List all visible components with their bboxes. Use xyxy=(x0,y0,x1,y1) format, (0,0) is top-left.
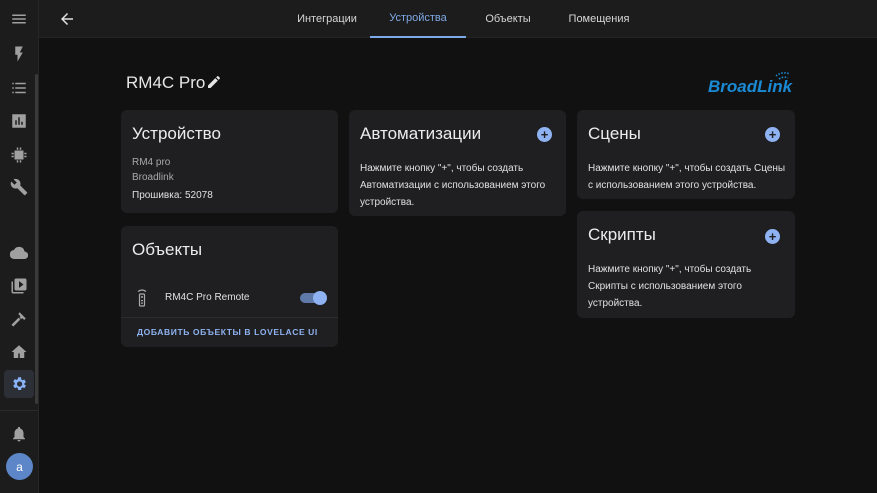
scenes-hint-line-2: с использованием этого устройства. xyxy=(588,180,757,191)
scripts-hint-line-3: устройства. xyxy=(588,298,643,309)
device-firmware: Прошивка: 52078 xyxy=(132,190,213,201)
back-arrow-icon[interactable] xyxy=(55,7,79,31)
tab-areas[interactable]: Помещения xyxy=(554,0,644,38)
avatar[interactable]: a xyxy=(6,453,33,480)
menu-icon[interactable] xyxy=(4,5,34,33)
chart-icon[interactable] xyxy=(4,107,34,135)
automations-hint-line-2: Автоматизации с использованием этого xyxy=(360,180,546,191)
entity-name[interactable]: RM4C Pro Remote xyxy=(165,292,249,303)
add-script-button[interactable]: + xyxy=(765,229,780,244)
sidebar: a xyxy=(0,0,39,493)
card-title: Скрипты xyxy=(588,225,656,244)
device-info-card: Устройство RM4 pro Broadlink Прошивка: 5… xyxy=(121,110,338,213)
device-manufacturer: Broadlink xyxy=(132,172,174,183)
add-scene-button[interactable]: + xyxy=(765,127,780,142)
chip-icon[interactable] xyxy=(4,141,34,169)
cloud-icon[interactable] xyxy=(4,239,34,267)
add-to-lovelace-button[interactable]: ДОБАВИТЬ ОБЪЕКТЫ В LOVELACE UI xyxy=(137,327,318,337)
lightning-icon[interactable] xyxy=(4,40,34,68)
scripts-hint-line-1: Нажмите кнопку "+", чтобы создать xyxy=(588,264,752,275)
toggle-knob xyxy=(313,291,327,305)
broadlink-logo: BroadLink xyxy=(708,72,794,96)
card-divider xyxy=(121,317,338,318)
wrench-icon[interactable] xyxy=(4,173,34,201)
scripts-hint-line-2: Скрипты с использованием этого xyxy=(588,281,742,292)
automations-hint-line-1: Нажмите кнопку "+", чтобы создать xyxy=(360,163,524,174)
bell-icon[interactable] xyxy=(4,420,34,448)
page-title: RM4C Pro xyxy=(126,73,206,92)
sidebar-scrollbar[interactable] xyxy=(35,74,38,404)
list-icon[interactable] xyxy=(4,74,34,102)
entity-toggle[interactable] xyxy=(300,291,327,305)
card-title: Автоматизации xyxy=(360,124,482,143)
automations-card: Автоматизации + Нажмите кнопку "+", чтоб… xyxy=(349,110,566,216)
card-title: Сцены xyxy=(588,124,641,143)
card-title: Устройство xyxy=(132,124,221,143)
pencil-icon[interactable] xyxy=(206,74,224,92)
home-gear-icon[interactable] xyxy=(4,338,34,366)
add-automation-button[interactable]: + xyxy=(537,127,552,142)
scenes-card: Сцены + Нажмите кнопку "+", чтобы создат… xyxy=(577,110,795,199)
scripts-card: Скрипты + Нажмите кнопку "+", чтобы созд… xyxy=(577,211,795,318)
tab-entities[interactable]: Объекты xyxy=(469,0,547,38)
remote-icon xyxy=(137,289,147,307)
settings-icon[interactable] xyxy=(4,370,34,398)
tab-devices[interactable]: Устройства xyxy=(370,0,466,38)
entities-card: Объекты RM4C Pro Remote ДОБАВИТЬ ОБЪЕКТЫ… xyxy=(121,226,338,347)
media-icon[interactable] xyxy=(4,272,34,300)
card-title: Объекты xyxy=(132,240,203,259)
svg-text:BroadLink: BroadLink xyxy=(708,77,794,96)
top-bar: Интеграции Устройства Объекты Помещения xyxy=(39,0,877,38)
hammer-icon[interactable] xyxy=(4,305,34,333)
entity-row[interactable]: RM4C Pro Remote xyxy=(132,288,328,308)
sidebar-divider xyxy=(0,410,39,411)
scenes-hint-line-1: Нажмите кнопку "+", чтобы создать Сцены xyxy=(588,163,786,174)
automations-hint-line-3: устройства. xyxy=(360,197,415,208)
tab-integrations[interactable]: Интеграции xyxy=(280,0,374,38)
